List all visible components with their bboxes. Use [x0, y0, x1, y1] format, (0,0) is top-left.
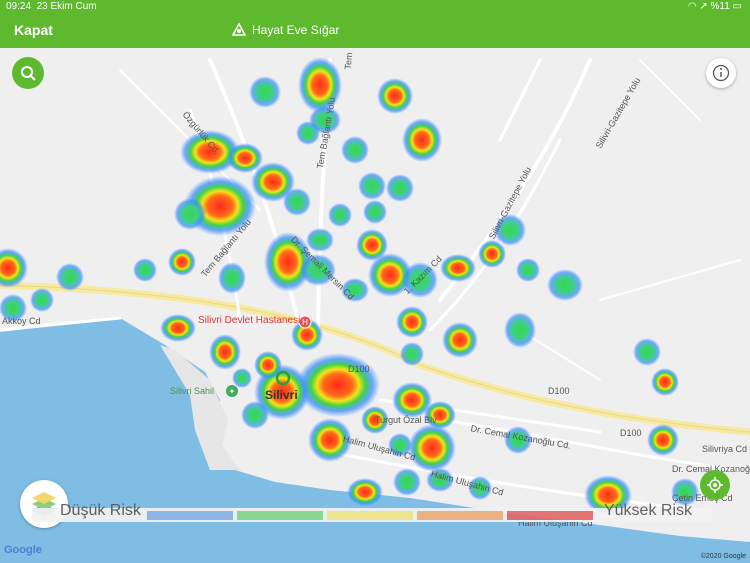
- legend-swatch-1: [147, 511, 233, 520]
- status-bar: 09:24 23 Ekim Cum ◠ ↗ %11 ▭: [0, 0, 750, 14]
- hospital-icon[interactable]: H: [298, 315, 312, 329]
- map-view[interactable]: H ✦ Silivri Devlet Hastanesi Silivri Sil…: [0, 48, 750, 563]
- svg-text:✦: ✦: [229, 387, 236, 396]
- label-silivriya: Silivriya Cd: [702, 444, 748, 454]
- close-button[interactable]: Kapat: [14, 22, 53, 38]
- locate-button[interactable]: [700, 470, 730, 500]
- status-right: ◠ ↗ %11 ▭: [687, 1, 742, 12]
- wifi-icon: ◠: [687, 1, 697, 12]
- label-beach: Silivri Sahil: [170, 386, 215, 396]
- beach-icon[interactable]: ✦: [226, 385, 238, 397]
- legend-swatch-4: [417, 511, 503, 520]
- label-d100-a: D100: [348, 364, 370, 374]
- info-button[interactable]: [706, 58, 736, 88]
- search-button[interactable]: [12, 57, 44, 89]
- logo-icon: [231, 22, 247, 36]
- label-hospital: Silivri Devlet Hastanesi: [198, 315, 301, 326]
- label-tem-c: Tem: [342, 52, 355, 70]
- battery-icon: ▭: [732, 1, 742, 12]
- svg-text:H: H: [302, 318, 308, 327]
- legend-swatch-5: [507, 511, 593, 520]
- label-d100-b: D100: [548, 386, 570, 396]
- brand-label: Hayat Eve Sığar: [252, 23, 340, 37]
- legend-low-label: Düşük Risk: [60, 502, 141, 519]
- label-turgut: Turgut Özal Blv: [375, 415, 437, 425]
- brand: Hayat Eve Sığar: [230, 21, 339, 39]
- search-icon: [21, 66, 36, 81]
- label-akkoy: Akkoy Cd: [2, 316, 41, 326]
- map-copyright: ©2020 Google: [700, 553, 746, 560]
- google-logo: Google: [4, 544, 42, 556]
- locate-icon: [707, 477, 723, 493]
- legend-swatch-3: [327, 511, 413, 520]
- legend-high-label: Yüksek Risk: [603, 502, 692, 519]
- info-icon: [712, 64, 730, 82]
- status-time: 09:24 23 Ekim Cum: [6, 1, 97, 12]
- risk-legend: Düşük Risk Yüksek Risk: [32, 502, 712, 522]
- label-town: Silivri: [265, 388, 298, 402]
- header: Kapat Hayat Eve Sığar: [0, 14, 750, 48]
- legend-swatch-2: [237, 511, 323, 520]
- label-d100-c: D100: [620, 428, 642, 438]
